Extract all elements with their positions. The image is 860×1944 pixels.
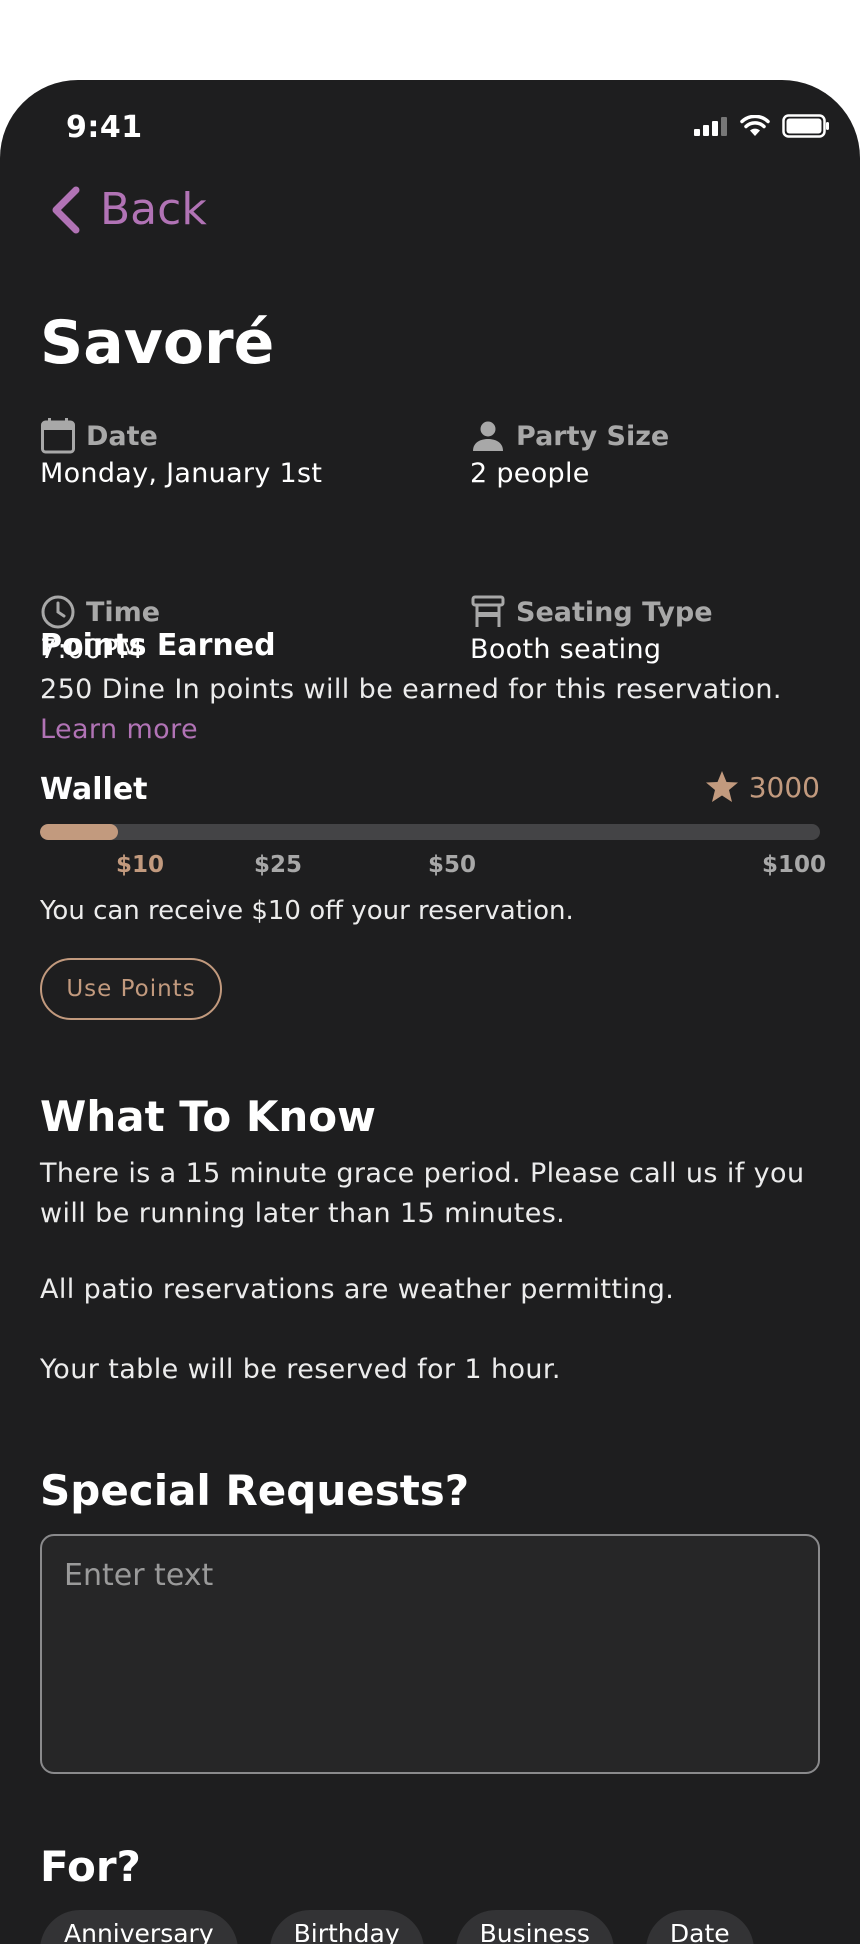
battery-icon	[782, 114, 829, 138]
time-label: Time	[86, 596, 161, 628]
chip-birthday[interactable]: Birthday	[269, 1910, 424, 1944]
special-requests-title: Special Requests?	[40, 1466, 470, 1515]
wifi-icon	[740, 115, 770, 136]
chip-date[interactable]: Date	[645, 1910, 754, 1944]
status-bar-icons	[694, 114, 830, 138]
star-icon	[705, 771, 738, 802]
page-title: Savoré	[40, 308, 275, 378]
what-to-know-item: All patio reservations are weather permi…	[40, 1274, 675, 1305]
occasion-chips: Anniversary Birthday Business Date	[40, 1910, 754, 1944]
what-to-know-item: Your table will be reserved for 1 hour.	[40, 1354, 561, 1385]
tick-label-50: $50	[428, 852, 477, 878]
back-label: Back	[100, 184, 207, 235]
tick-label-10: $10	[116, 852, 165, 878]
seating-type-info: Seating Type Booth seating	[470, 592, 713, 665]
status-bar-time: 9:41	[66, 110, 143, 145]
points-balance: 3000	[705, 770, 820, 804]
tick-label-100: $100	[762, 852, 827, 878]
points-balance-value: 3000	[748, 770, 820, 804]
occasion-title: For?	[40, 1842, 141, 1891]
what-to-know-title: What To Know	[40, 1092, 376, 1141]
use-points-button[interactable]: Use Points	[40, 958, 222, 1020]
party-size-info: Party Size 2 people	[470, 416, 670, 490]
cellular-signal-icon	[694, 117, 727, 136]
tick-label-25: $25	[254, 852, 303, 878]
seating-type-label: Seating Type	[516, 596, 713, 628]
date-info: Date Monday, January 1st	[40, 416, 322, 489]
wallet-progress-fill	[40, 824, 118, 840]
wallet-title: Wallet	[40, 772, 148, 807]
what-to-know-item: There is a 15 minute grace period. Pleas…	[40, 1158, 805, 1229]
person-icon	[473, 421, 503, 451]
wallet-message: You can receive $10 off your reservation…	[40, 896, 574, 926]
chevron-left-icon	[52, 186, 80, 233]
seat-icon	[471, 595, 505, 627]
party-size-value: 2 people	[470, 458, 590, 489]
calendar-icon	[41, 418, 75, 454]
wallet-progress-track	[40, 824, 820, 840]
date-label: Date	[86, 420, 158, 452]
reservation-screen: 9:41 Back Savoré Date Monday, January 1s…	[0, 80, 860, 1944]
party-size-label: Party Size	[516, 420, 670, 452]
chip-business[interactable]: Business	[455, 1910, 614, 1944]
points-earned-title: Points Earned	[40, 628, 276, 663]
seating-type-value: Booth seating	[470, 634, 662, 665]
learn-more-link[interactable]: Learn more	[40, 714, 198, 745]
points-earned-description: 250 Dine In points will be earned for th…	[40, 674, 782, 705]
date-value: Monday, January 1st	[40, 458, 323, 489]
special-requests-input[interactable]	[40, 1534, 820, 1774]
back-button[interactable]: Back	[50, 184, 207, 235]
clock-icon	[41, 595, 75, 629]
chip-anniversary[interactable]: Anniversary	[40, 1910, 238, 1944]
